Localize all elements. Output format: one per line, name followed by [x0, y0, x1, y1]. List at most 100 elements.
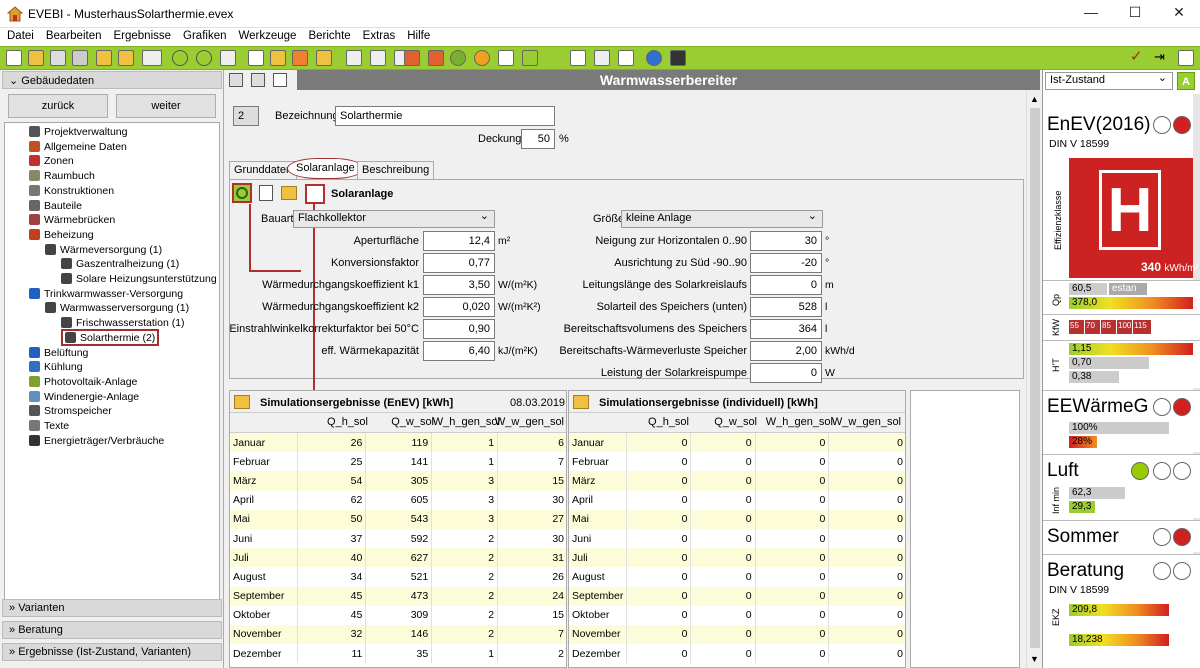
- shield-icon[interactable]: [404, 50, 420, 66]
- new-file-icon[interactable]: [6, 50, 22, 66]
- refresh-icon[interactable]: [522, 50, 538, 66]
- menu-bearbeiten[interactable]: Bearbeiten: [39, 28, 107, 42]
- section-gebaeudedaten[interactable]: ⌄ Gebäudedaten: [2, 71, 222, 89]
- section-beratung[interactable]: » Beratung: [2, 621, 222, 639]
- money-icon[interactable]: [594, 50, 610, 66]
- arrange-icon[interactable]: [251, 73, 265, 87]
- table-row[interactable]: März 54 305 3 15: [230, 471, 566, 491]
- tree-item[interactable]: Bauteile: [29, 199, 82, 213]
- table-row[interactable]: Januar 26 119 1 6: [230, 433, 566, 453]
- bezeichnung-input[interactable]: Solarthermie: [335, 106, 555, 126]
- scroll-up-icon[interactable]: ▲: [1030, 94, 1039, 104]
- close-icon[interactable]: ✕: [1164, 4, 1194, 24]
- exit-icon[interactable]: ⇥: [1154, 50, 1170, 66]
- table-row[interactable]: Mai 0 0 0 0: [569, 509, 905, 529]
- tree-item[interactable]: Belüftung: [29, 346, 88, 360]
- tree-item[interactable]: Solarthermie (2): [61, 328, 160, 346]
- field-input[interactable]: -20: [750, 253, 822, 273]
- export-icon[interactable]: [573, 395, 589, 409]
- sum-icon[interactable]: [292, 50, 308, 66]
- vertical-scrollbar[interactable]: ▲ ▼: [1026, 90, 1042, 668]
- house-icon[interactable]: [428, 50, 444, 66]
- minimize-icon[interactable]: —: [1076, 4, 1106, 24]
- section-ergebnisse[interactable]: » Ergebnisse (Ist-Zustand, Varianten): [2, 643, 222, 661]
- wand-icon[interactable]: [220, 50, 236, 66]
- help-icon[interactable]: [646, 50, 662, 66]
- table-row[interactable]: Juni 0 0 0 0: [569, 528, 905, 549]
- table-row[interactable]: Juni 37 592 2 30: [230, 528, 566, 549]
- table-row[interactable]: Oktober 0 0 0 0: [569, 605, 905, 625]
- table-row[interactable]: Juli 40 627 2 31: [230, 548, 566, 568]
- scroll-thumb[interactable]: [1030, 108, 1040, 648]
- windows-icon[interactable]: [273, 73, 287, 87]
- tree-item[interactable]: Trinkwarmwasser-Versorgung: [29, 287, 183, 301]
- tree-item[interactable]: Wärmebrücken: [29, 213, 115, 227]
- dena-icon[interactable]: [142, 50, 162, 66]
- folder-icon[interactable]: [281, 186, 297, 200]
- state-select[interactable]: Ist-Zustand: [1045, 71, 1173, 90]
- menu-grafiken[interactable]: Grafiken: [176, 28, 231, 42]
- table-icon[interactable]: [370, 50, 386, 66]
- bauart-select[interactable]: Flachkollektor: [293, 209, 495, 228]
- tree-item[interactable]: Beheizung: [29, 228, 94, 242]
- tree-item[interactable]: Raumbuch: [29, 169, 95, 183]
- table-row[interactable]: Februar 0 0 0 0: [569, 452, 905, 472]
- table-row[interactable]: Dezember 11 35 1 2: [230, 644, 566, 664]
- undo-icon[interactable]: [172, 50, 188, 66]
- back-button[interactable]: zurück: [8, 94, 108, 118]
- wind-icon[interactable]: [498, 50, 514, 66]
- groesse-select[interactable]: kleine Anlage: [621, 209, 823, 228]
- open-folder-icon[interactable]: [28, 50, 44, 66]
- export-icon[interactable]: [118, 50, 134, 66]
- refresh-button[interactable]: [232, 183, 252, 203]
- layout-icon[interactable]: [229, 73, 243, 87]
- table-row[interactable]: Mai 50 543 3 27: [230, 509, 566, 529]
- field-input[interactable]: 0,77: [423, 253, 495, 273]
- tree-item[interactable]: Projektverwaltung: [29, 125, 127, 139]
- scroll-down-icon[interactable]: ▼: [1030, 654, 1039, 664]
- table-row[interactable]: September 45 473 2 24: [230, 586, 566, 606]
- field-input[interactable]: 0,90: [423, 319, 495, 339]
- house-plan-icon[interactable]: [618, 50, 634, 66]
- save-as-icon[interactable]: [72, 50, 88, 66]
- menu-hilfe[interactable]: Hilfe: [400, 28, 435, 42]
- table-row[interactable]: August 34 521 2 26: [230, 567, 566, 587]
- field-input[interactable]: 0,020: [423, 297, 495, 317]
- table-row[interactable]: Februar 25 141 1 7: [230, 452, 566, 472]
- tree-item[interactable]: Stromspeicher: [29, 404, 112, 418]
- field-input[interactable]: 2,00: [750, 341, 822, 361]
- tree-item[interactable]: Gaszentralheizung (1): [61, 257, 179, 271]
- calculator-icon[interactable]: [670, 50, 686, 66]
- field-input[interactable]: 0: [750, 363, 822, 383]
- table-row[interactable]: Dezember 0 0 0 0: [569, 644, 905, 664]
- tree-item[interactable]: Texte: [29, 419, 69, 433]
- globe-icon[interactable]: [450, 50, 466, 66]
- calc-icon[interactable]: [270, 50, 286, 66]
- tree-item[interactable]: Photovoltaik-Anlage: [29, 375, 137, 389]
- section-varianten[interactable]: » Varianten: [2, 599, 222, 617]
- import-icon[interactable]: [96, 50, 112, 66]
- tree-item[interactable]: Zonen: [29, 154, 74, 168]
- next-button[interactable]: weiter: [116, 94, 216, 118]
- table-row[interactable]: Oktober 45 309 2 15: [230, 605, 566, 625]
- maximize-icon[interactable]: ☐: [1120, 4, 1150, 24]
- table-row[interactable]: November 32 146 2 7: [230, 624, 566, 645]
- report-icon[interactable]: [248, 50, 264, 66]
- tree-item[interactable]: Windenergie-Anlage: [29, 390, 139, 404]
- table-row[interactable]: November 0 0 0 0: [569, 624, 905, 645]
- tree-item[interactable]: Konstruktionen: [29, 184, 114, 198]
- network-icon[interactable]: [346, 50, 362, 66]
- field-input[interactable]: 364: [750, 319, 822, 339]
- table-row[interactable]: September 0 0 0 0: [569, 586, 905, 606]
- sun-icon[interactable]: [474, 50, 490, 66]
- table-row[interactable]: März 0 0 0 0: [569, 471, 905, 491]
- table-row[interactable]: Juli 0 0 0 0: [569, 548, 905, 568]
- chart-view-icon[interactable]: [305, 184, 325, 204]
- field-input[interactable]: 0: [750, 275, 822, 295]
- tree-item[interactable]: Warmwasserversorgung (1): [45, 301, 189, 315]
- field-input[interactable]: 12,4: [423, 231, 495, 251]
- field-input[interactable]: 6,40: [423, 341, 495, 361]
- a-badge[interactable]: A: [1177, 72, 1195, 90]
- field-input[interactable]: 3,50: [423, 275, 495, 295]
- table-row[interactable]: Januar 0 0 0 0: [569, 433, 905, 453]
